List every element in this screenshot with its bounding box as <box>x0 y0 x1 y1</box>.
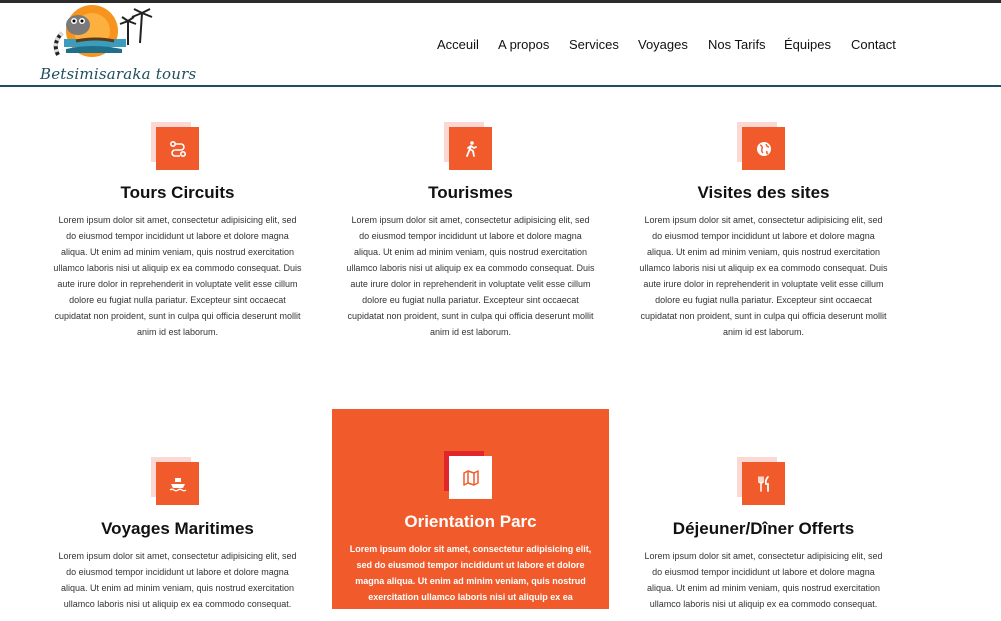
service-description: Lorem ipsum dolor sit amet, consectetur … <box>349 544 592 618</box>
utensils-icon <box>757 475 769 492</box>
service-title: Orientation Parc <box>404 512 537 531</box>
service-title: Visites des sites <box>697 183 830 202</box>
service-description: Lorem ipsum dolor sit amet, consectetur … <box>346 215 595 337</box>
nav-link-nos-tarifs[interactable]: Nos Tarifs <box>708 37 766 52</box>
service-title: Déjeuner/Dîner Offerts <box>672 519 855 538</box>
service-card-tourismes: Tourismes Lorem ipsum dolor sit amet, co… <box>332 90 609 360</box>
service-description: Lorem ipsum dolor sit amet, consectetur … <box>58 551 297 609</box>
main-nav: Acceuil A propos Services Voyages Nos Ta… <box>0 37 1001 57</box>
service-description: Lorem ipsum dolor sit amet, consectetur … <box>53 215 302 337</box>
service-icon-box <box>444 451 492 499</box>
service-card-tours-circuits: Tours Circuits Lorem ipsum dolor sit ame… <box>39 90 316 360</box>
site-header: Betsimisaraka tours Acceuil A propos Ser… <box>0 3 1001 87</box>
nav-link-accueil[interactable]: Acceuil <box>437 37 479 52</box>
service-title: Tourismes <box>428 183 513 202</box>
ship-icon <box>169 477 186 491</box>
sunset-beach-logo-icon <box>53 5 153 57</box>
logo-text: Betsimisaraka tours <box>40 65 197 83</box>
service-icon-box <box>737 122 785 170</box>
service-card-orientation-parc: Orientation Parc Lorem ipsum dolor sit a… <box>332 409 609 618</box>
service-title: Voyages Maritimes <box>101 519 254 538</box>
service-card-voyages-maritimes: Voyages Maritimes Lorem ipsum dolor sit … <box>39 409 316 609</box>
nav-link-voyages[interactable]: Voyages <box>638 37 688 52</box>
service-title: Tours Circuits <box>120 183 235 202</box>
service-description: Lorem ipsum dolor sit amet, consectetur … <box>639 215 888 337</box>
service-card-dejeuner-diner-offerts: Déjeuner/Dîner Offerts Lorem ipsum dolor… <box>625 409 902 609</box>
walking-person-icon <box>465 140 477 157</box>
service-card-visites-des-sites: Visites des sites Lorem ipsum dolor sit … <box>625 90 902 360</box>
route-icon <box>169 140 186 157</box>
service-icon-box <box>151 122 199 170</box>
service-icon-box <box>444 122 492 170</box>
service-description: Lorem ipsum dolor sit amet, consectetur … <box>644 551 883 609</box>
nav-link-a-propos[interactable]: A propos <box>498 37 549 52</box>
globe-icon <box>756 141 771 156</box>
service-icon-box <box>151 457 199 505</box>
map-icon <box>462 469 479 486</box>
nav-link-contact[interactable]: Contact <box>851 37 896 52</box>
service-icon-box <box>737 457 785 505</box>
nav-link-equipes[interactable]: Équipes <box>784 37 831 52</box>
nav-link-services[interactable]: Services <box>569 37 619 52</box>
